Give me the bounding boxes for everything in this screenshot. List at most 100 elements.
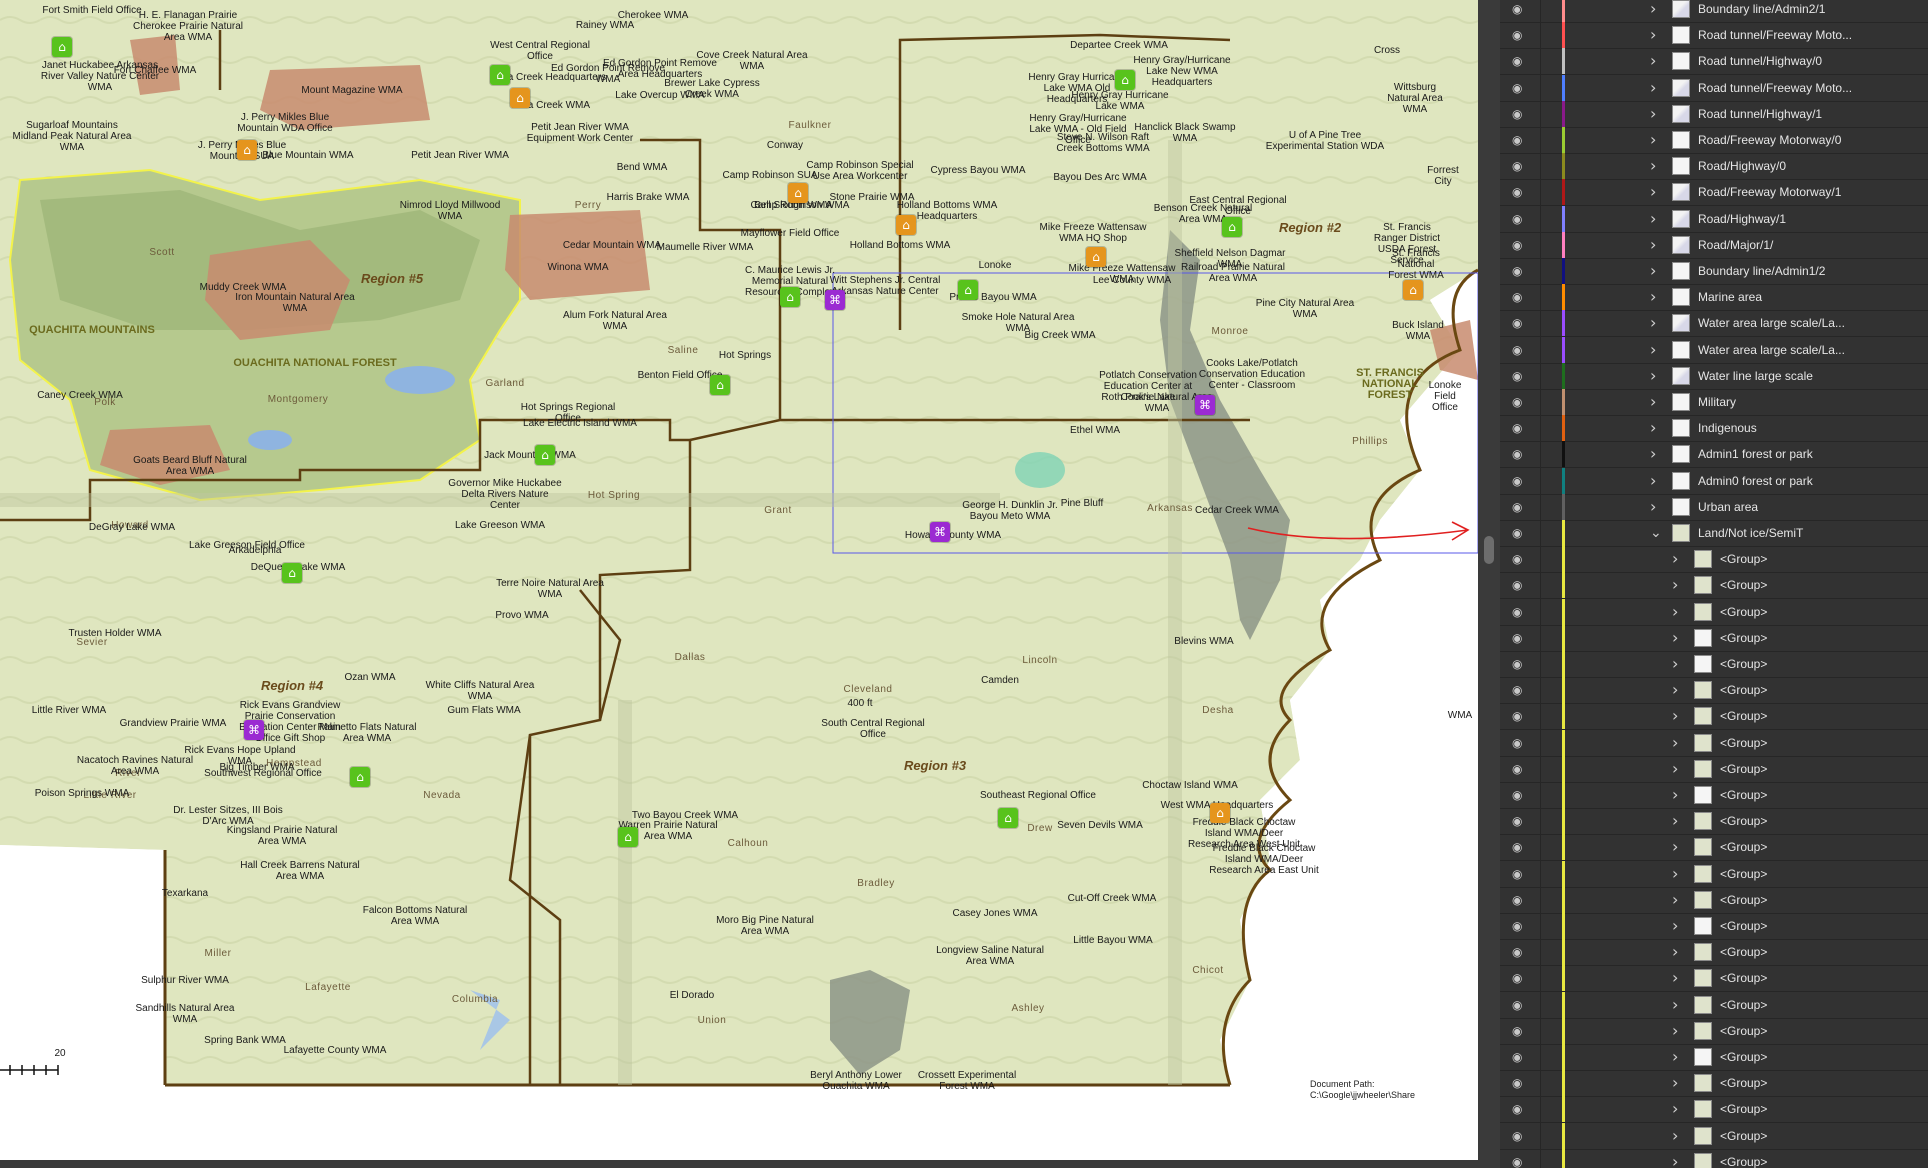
eye-icon[interactable]: ◉ [1512, 657, 1528, 671]
layer-row[interactable]: ◉ › Military [1500, 389, 1928, 416]
eye-icon[interactable]: ◉ [1512, 54, 1528, 68]
nature-center-marker[interactable]: ⌘ [244, 720, 264, 740]
eye-icon[interactable]: ◉ [1512, 1076, 1528, 1090]
lock-column[interactable] [1540, 153, 1541, 180]
lock-column[interactable] [1540, 782, 1541, 808]
lock-column[interactable] [1540, 389, 1541, 415]
eye-icon[interactable]: ◉ [1512, 867, 1528, 881]
eye-icon[interactable]: ◉ [1512, 919, 1528, 933]
layer-row[interactable]: ◉ › <Group> [1500, 546, 1928, 574]
lock-column[interactable] [1540, 572, 1541, 599]
eye-icon[interactable]: ◉ [1512, 1050, 1528, 1064]
layer-row[interactable]: ◉ › <Group> [1500, 860, 1928, 888]
eye-icon[interactable]: ◉ [1512, 133, 1528, 147]
lock-column[interactable] [1540, 651, 1541, 677]
chevron-right-icon[interactable]: › [1672, 1096, 1678, 1122]
chevron-right-icon[interactable]: › [1672, 1018, 1678, 1044]
chevron-right-icon[interactable]: › [1672, 651, 1678, 677]
chevron-right-icon[interactable]: › [1650, 153, 1656, 179]
chevron-right-icon[interactable]: › [1672, 939, 1678, 965]
chevron-right-icon[interactable]: › [1672, 546, 1678, 572]
chevron-right-icon[interactable]: › [1672, 782, 1678, 808]
lock-column[interactable] [1540, 100, 1541, 127]
eye-icon[interactable]: ◉ [1512, 28, 1528, 42]
nature-center-marker[interactable]: ⌘ [930, 522, 950, 542]
lock-column[interactable] [1540, 939, 1541, 966]
eye-icon[interactable]: ◉ [1512, 238, 1528, 252]
eye-icon[interactable]: ◉ [1512, 736, 1528, 750]
chevron-right-icon[interactable]: › [1650, 284, 1656, 310]
layer-row[interactable]: ◉ › Boundary line/Admin1/2 [1500, 258, 1928, 285]
office-marker[interactable]: ⌂ [1115, 70, 1135, 90]
eye-icon[interactable]: ◉ [1512, 264, 1528, 278]
chevron-right-icon[interactable]: › [1672, 703, 1678, 729]
layer-row[interactable]: ◉ › Road tunnel/Freeway Moto... [1500, 22, 1928, 50]
lock-column[interactable] [1540, 624, 1541, 651]
lock-column[interactable] [1540, 1070, 1541, 1097]
hq-marker[interactable]: ⌂ [1210, 803, 1230, 823]
chevron-right-icon[interactable]: › [1672, 1070, 1678, 1096]
lock-column[interactable] [1540, 1017, 1541, 1044]
hq-marker[interactable]: ⌂ [237, 140, 257, 160]
chevron-right-icon[interactable]: › [1672, 730, 1678, 756]
layer-row[interactable]: ◉ › <Group> [1500, 703, 1928, 731]
eye-icon[interactable]: ◉ [1512, 290, 1528, 304]
layer-row[interactable]: ◉ › <Group> [1500, 1122, 1928, 1150]
lock-column[interactable] [1540, 284, 1541, 311]
chevron-right-icon[interactable]: › [1672, 992, 1678, 1018]
office-marker[interactable]: ⌂ [52, 37, 72, 57]
chevron-right-icon[interactable]: › [1650, 310, 1656, 336]
lock-column[interactable] [1540, 22, 1541, 49]
layer-row[interactable]: ◉ › Water area large scale/La... [1500, 310, 1928, 338]
layer-row[interactable]: ◉ › <Group> [1500, 651, 1928, 678]
lock-column[interactable] [1540, 965, 1541, 992]
lock-column[interactable] [1540, 520, 1541, 546]
chevron-right-icon[interactable]: › [1672, 834, 1678, 860]
chevron-right-icon[interactable]: › [1650, 179, 1656, 205]
chevron-right-icon[interactable]: › [1672, 677, 1678, 703]
lock-column[interactable] [1540, 231, 1541, 258]
lock-column[interactable] [1540, 415, 1541, 442]
lock-column[interactable] [1540, 1122, 1541, 1149]
layer-row[interactable]: ◉ › Urban area [1500, 493, 1928, 521]
office-marker[interactable]: ⌂ [618, 827, 638, 847]
chevron-right-icon[interactable]: › [1650, 0, 1656, 22]
chevron-right-icon[interactable]: › [1672, 1123, 1678, 1149]
layer-row[interactable]: ◉ › Water area large scale/La... [1500, 336, 1928, 364]
eye-icon[interactable]: ◉ [1512, 971, 1528, 985]
layer-row[interactable]: ◉ › Boundary line/Admin2/1 [1500, 0, 1928, 23]
chevron-right-icon[interactable]: › [1650, 101, 1656, 127]
eye-icon[interactable]: ◉ [1512, 395, 1528, 409]
office-marker[interactable]: ⌂ [282, 563, 302, 583]
lock-column[interactable] [1540, 755, 1541, 782]
office-marker[interactable]: ⌂ [535, 445, 555, 465]
layer-row[interactable]: ◉ › <Group> [1500, 1070, 1928, 1098]
chevron-right-icon[interactable]: › [1650, 232, 1656, 258]
layer-row[interactable]: ◉ › <Group> [1500, 886, 1928, 914]
office-marker[interactable]: ⌂ [710, 375, 730, 395]
chevron-right-icon[interactable]: › [1672, 965, 1678, 991]
layer-row[interactable]: ◉ › Road/Major/1/ [1500, 231, 1928, 259]
eye-icon[interactable]: ◉ [1512, 1129, 1528, 1143]
chevron-right-icon[interactable]: › [1650, 363, 1656, 389]
hq-marker[interactable]: ⌂ [1086, 247, 1106, 267]
eye-icon[interactable]: ◉ [1512, 421, 1528, 435]
nature-center-marker[interactable]: ⌘ [1195, 395, 1215, 415]
layer-row[interactable]: ◉ › Road tunnel/Freeway Moto... [1500, 74, 1928, 102]
layer-row[interactable]: ◉ › Road/Freeway Motorway/0 [1500, 127, 1928, 154]
eye-icon[interactable]: ◉ [1512, 447, 1528, 461]
chevron-right-icon[interactable]: › [1650, 337, 1656, 363]
eye-icon[interactable]: ◉ [1512, 2, 1528, 16]
lock-column[interactable] [1540, 677, 1541, 704]
eye-icon[interactable]: ◉ [1512, 762, 1528, 776]
layer-row[interactable]: ◉ › <Group> [1500, 1017, 1928, 1045]
layer-row[interactable]: ◉ › Indigenous [1500, 415, 1928, 443]
eye-icon[interactable]: ◉ [1512, 945, 1528, 959]
office-marker[interactable]: ⌂ [1222, 217, 1242, 237]
lock-column[interactable] [1540, 1148, 1541, 1168]
eye-icon[interactable]: ◉ [1512, 840, 1528, 854]
office-marker[interactable]: ⌂ [490, 65, 510, 85]
lock-column[interactable] [1540, 127, 1541, 153]
office-marker[interactable]: ⌂ [350, 767, 370, 787]
layer-row[interactable]: ◉ › <Group> [1500, 624, 1928, 652]
